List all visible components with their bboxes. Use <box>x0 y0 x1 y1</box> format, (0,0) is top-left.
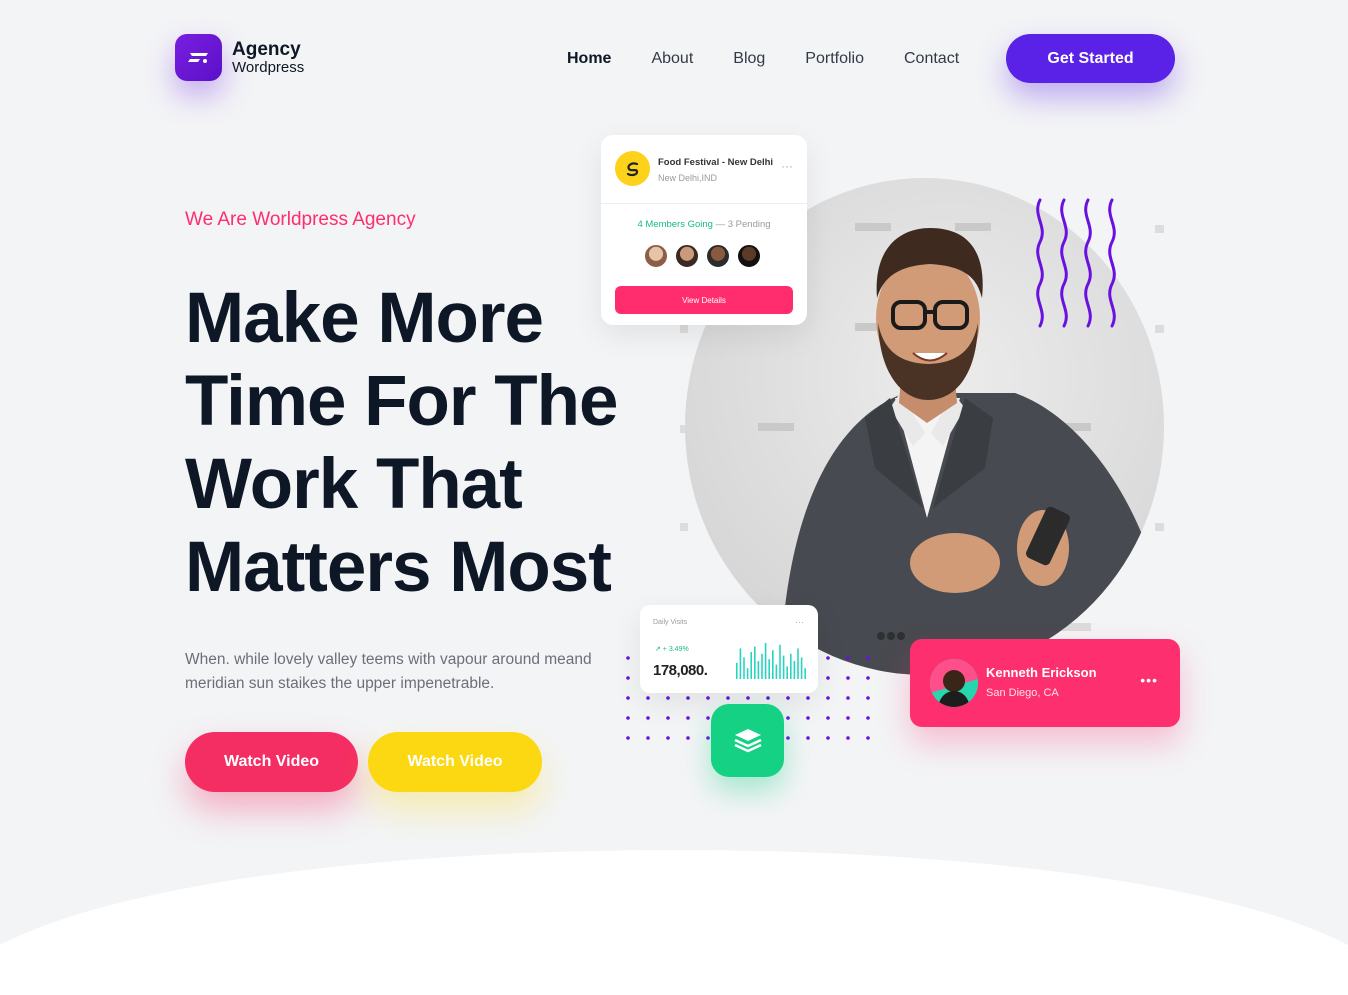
event-attendance: 4 Members Going — 3 Pending <box>601 219 807 230</box>
festival-logo-icon <box>615 151 650 186</box>
get-started-button[interactable]: Get Started <box>1006 34 1175 83</box>
hero-eyebrow: We Are Worldpress Agency <box>185 209 416 230</box>
visits-bar-chart <box>736 643 806 679</box>
view-details-button[interactable]: View Details <box>615 286 793 314</box>
visits-bar <box>790 653 792 679</box>
watch-video-button-secondary[interactable]: Watch Video <box>368 732 542 792</box>
hero-description: When. while lovely valley teems with vap… <box>185 651 592 692</box>
visits-bar <box>761 653 763 679</box>
nav-blog[interactable]: Blog <box>733 50 765 68</box>
visits-bar <box>786 666 788 679</box>
more-dots-icon[interactable]: ··· <box>795 617 804 627</box>
members-going: 4 Members Going <box>637 219 713 230</box>
visits-bar <box>739 648 742 679</box>
attendance-separator: — <box>712 219 728 230</box>
headline-line: Make More <box>185 279 544 358</box>
profile-location: San Diego, CA <box>986 687 1059 699</box>
stats-value: 178,080. <box>653 662 708 679</box>
profile-name: Kenneth Erickson <box>986 665 1097 680</box>
section-divider-curve <box>0 850 1348 995</box>
event-title: Food Festival - New Delhi <box>658 157 774 168</box>
nav-contact[interactable]: Contact <box>904 50 959 68</box>
wave-lines-decoration <box>1036 198 1116 328</box>
visits-bar <box>775 664 778 679</box>
stats-title: Daily Visits <box>653 619 688 626</box>
visits-bar <box>736 662 738 679</box>
visits-bar <box>797 648 799 679</box>
more-dots-icon[interactable]: ••• <box>1140 672 1158 688</box>
visits-bar <box>793 661 796 679</box>
event-card: Food Festival - New Delhi New Delhi,IND … <box>601 135 807 325</box>
attendee-avatars <box>643 243 767 269</box>
nav-portfolio[interactable]: Portfolio <box>805 50 864 68</box>
pending-count: 3 Pending <box>727 219 771 230</box>
visits-bar <box>782 655 785 679</box>
event-location: New Delhi,IND <box>658 173 718 183</box>
brand-title: Agency <box>232 39 301 60</box>
daily-visits-card: Daily Visits ··· ↗ + 3.49% 178,080. <box>640 605 818 693</box>
avatar <box>674 243 700 269</box>
layers-button[interactable] <box>711 704 784 777</box>
visits-bar <box>746 668 749 679</box>
main-nav: Home About Blog Portfolio Contact <box>567 50 999 68</box>
visits-bar <box>757 661 760 679</box>
brand-logo-icon <box>175 34 222 81</box>
visits-bar <box>804 668 806 679</box>
layers-icon <box>733 728 762 752</box>
visits-bar <box>800 657 803 679</box>
visits-bar <box>768 659 770 679</box>
avatar <box>705 243 731 269</box>
visits-bar <box>743 657 745 679</box>
headline-line: Work That <box>185 445 523 524</box>
avatar <box>736 243 762 269</box>
headline-line: Matters Most <box>185 528 612 607</box>
divider <box>601 203 807 204</box>
avatar <box>643 243 669 269</box>
headline-line: Time For The <box>185 362 618 441</box>
watch-video-button-primary[interactable]: Watch Video <box>185 732 358 792</box>
hero-headline: Make More Time For The Work That Matters… <box>185 277 665 609</box>
avatar <box>930 659 978 707</box>
brand-logo[interactable]: Agency Wordpress <box>175 34 304 81</box>
profile-card: Kenneth Erickson San Diego, CA ••• <box>910 639 1180 727</box>
visits-bar <box>750 652 752 679</box>
visits-bar <box>754 646 756 679</box>
visits-bar <box>772 650 774 679</box>
stats-delta: ↗ + 3.49% <box>655 646 689 653</box>
nav-home[interactable]: Home <box>567 50 611 68</box>
visits-bar <box>764 643 767 679</box>
brand-subtitle: Wordpress <box>232 59 305 76</box>
more-dots-icon[interactable]: ··· <box>781 159 793 173</box>
nav-about[interactable]: About <box>651 50 693 68</box>
visits-bar <box>779 644 781 679</box>
